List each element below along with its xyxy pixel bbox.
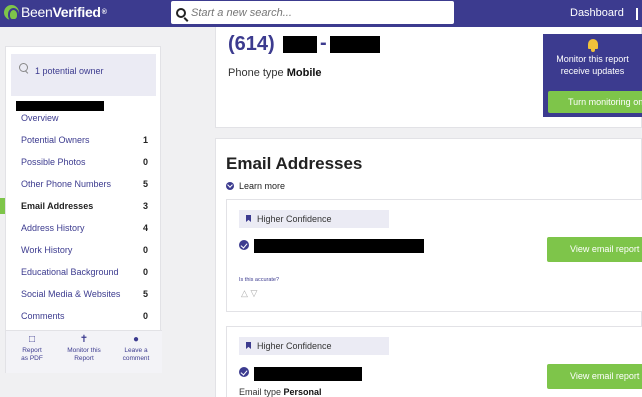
email-card: Higher Confidence Is this accurate? △ ▽ … xyxy=(226,199,642,312)
monitor-panel: Monitor this report receive updates Turn… xyxy=(543,34,642,117)
top-header: BeenVerified® Dashboard xyxy=(0,0,642,27)
sidebar-actions: □ Report as PDF ✝ Monitor this Report ● … xyxy=(6,330,162,373)
logo-text-been: Been xyxy=(21,4,53,20)
redacted-email xyxy=(254,239,424,253)
sidebar-item-other-phone-numbers[interactable]: Other Phone Numbers 5 xyxy=(6,173,162,195)
leave-comment-button[interactable]: ● Leave a comment xyxy=(110,331,162,373)
sidebar-item-email-addresses[interactable]: Email Addresses 3 xyxy=(0,195,162,217)
potential-owner-label: 1 potential owner xyxy=(35,66,104,76)
header-menu-edge[interactable] xyxy=(636,8,640,20)
logo-icon xyxy=(4,4,19,21)
bell-slash-icon: ✝ xyxy=(79,334,89,345)
phone-area-code: (614) xyxy=(228,33,275,55)
section-title: Email Addresses xyxy=(226,154,363,173)
sidebar-item-possible-photos[interactable]: Possible Photos 0 xyxy=(6,151,162,173)
redacted-phone-line xyxy=(330,36,380,53)
search-input[interactable] xyxy=(191,6,441,19)
email-addresses-section: Email Addresses Learn more Higher Confid… xyxy=(215,138,642,397)
sidebar-item-potential-owners[interactable]: Potential Owners 1 xyxy=(6,129,162,151)
verified-check-icon xyxy=(239,367,249,377)
confidence-badge: Higher Confidence xyxy=(239,210,389,228)
view-email-report-button[interactable]: View email report xyxy=(547,364,642,389)
sidebar-item-social-media[interactable]: Social Media & Websites 5 xyxy=(6,283,162,305)
thumbs-up-icon[interactable]: △ xyxy=(241,288,248,298)
verified-check-icon xyxy=(239,240,249,250)
sidebar-nav: Overview Potential Owners 1 Possible Phot… xyxy=(0,107,162,327)
accuracy-question: Is this accurate? xyxy=(239,277,280,283)
owner-search-icon xyxy=(19,63,28,72)
beenverified-logo[interactable]: Been Verified ® xyxy=(4,4,107,21)
dashboard-link[interactable]: Dashboard xyxy=(570,7,624,19)
search-icon xyxy=(176,7,186,18)
redacted-phone-prefix xyxy=(283,36,317,53)
confidence-badge: Higher Confidence xyxy=(239,337,389,355)
search-bar[interactable] xyxy=(171,1,454,24)
report-sidebar: 1 potential owner Overview Potential Own… xyxy=(0,46,162,373)
email-card: Higher Confidence Email type Personal Vi… xyxy=(226,326,642,397)
potential-owner-box[interactable]: 1 potential owner xyxy=(11,54,156,96)
monitor-text: Monitor this report receive updates xyxy=(556,54,629,76)
email-type: Email type Personal xyxy=(239,387,322,397)
turn-monitoring-on-button[interactable]: Turn monitoring on xyxy=(548,91,642,113)
thumbs-down-icon[interactable]: ▽ xyxy=(250,288,257,298)
monitor-report-button[interactable]: ✝ Monitor this Report xyxy=(58,331,110,373)
learn-more-link[interactable]: Learn more xyxy=(226,181,285,191)
logo-text-verified: Verified xyxy=(52,4,101,20)
bell-icon xyxy=(587,39,598,52)
sidebar-item-overview[interactable]: Overview xyxy=(6,107,162,129)
chevron-down-icon xyxy=(226,182,234,190)
redacted-email xyxy=(254,367,362,381)
sidebar-item-address-history[interactable]: Address History 4 xyxy=(6,217,162,239)
sidebar-item-work-history[interactable]: Work History 0 xyxy=(6,239,162,261)
feedback-buttons: △ ▽ xyxy=(241,288,257,299)
sidebar-item-educational-background[interactable]: Educational Background 0 xyxy=(6,261,162,283)
report-pdf-button[interactable]: □ Report as PDF xyxy=(6,331,58,373)
view-email-report-button[interactable]: View email report xyxy=(547,237,642,262)
phone-type: Phone type Mobile xyxy=(228,67,322,79)
comment-icon: ● xyxy=(132,334,140,345)
sidebar-item-comments[interactable]: Comments 0 xyxy=(6,305,162,327)
phone-dash: - xyxy=(320,32,327,54)
logo-trademark: ® xyxy=(101,8,107,16)
pdf-file-icon: □ xyxy=(28,334,36,345)
